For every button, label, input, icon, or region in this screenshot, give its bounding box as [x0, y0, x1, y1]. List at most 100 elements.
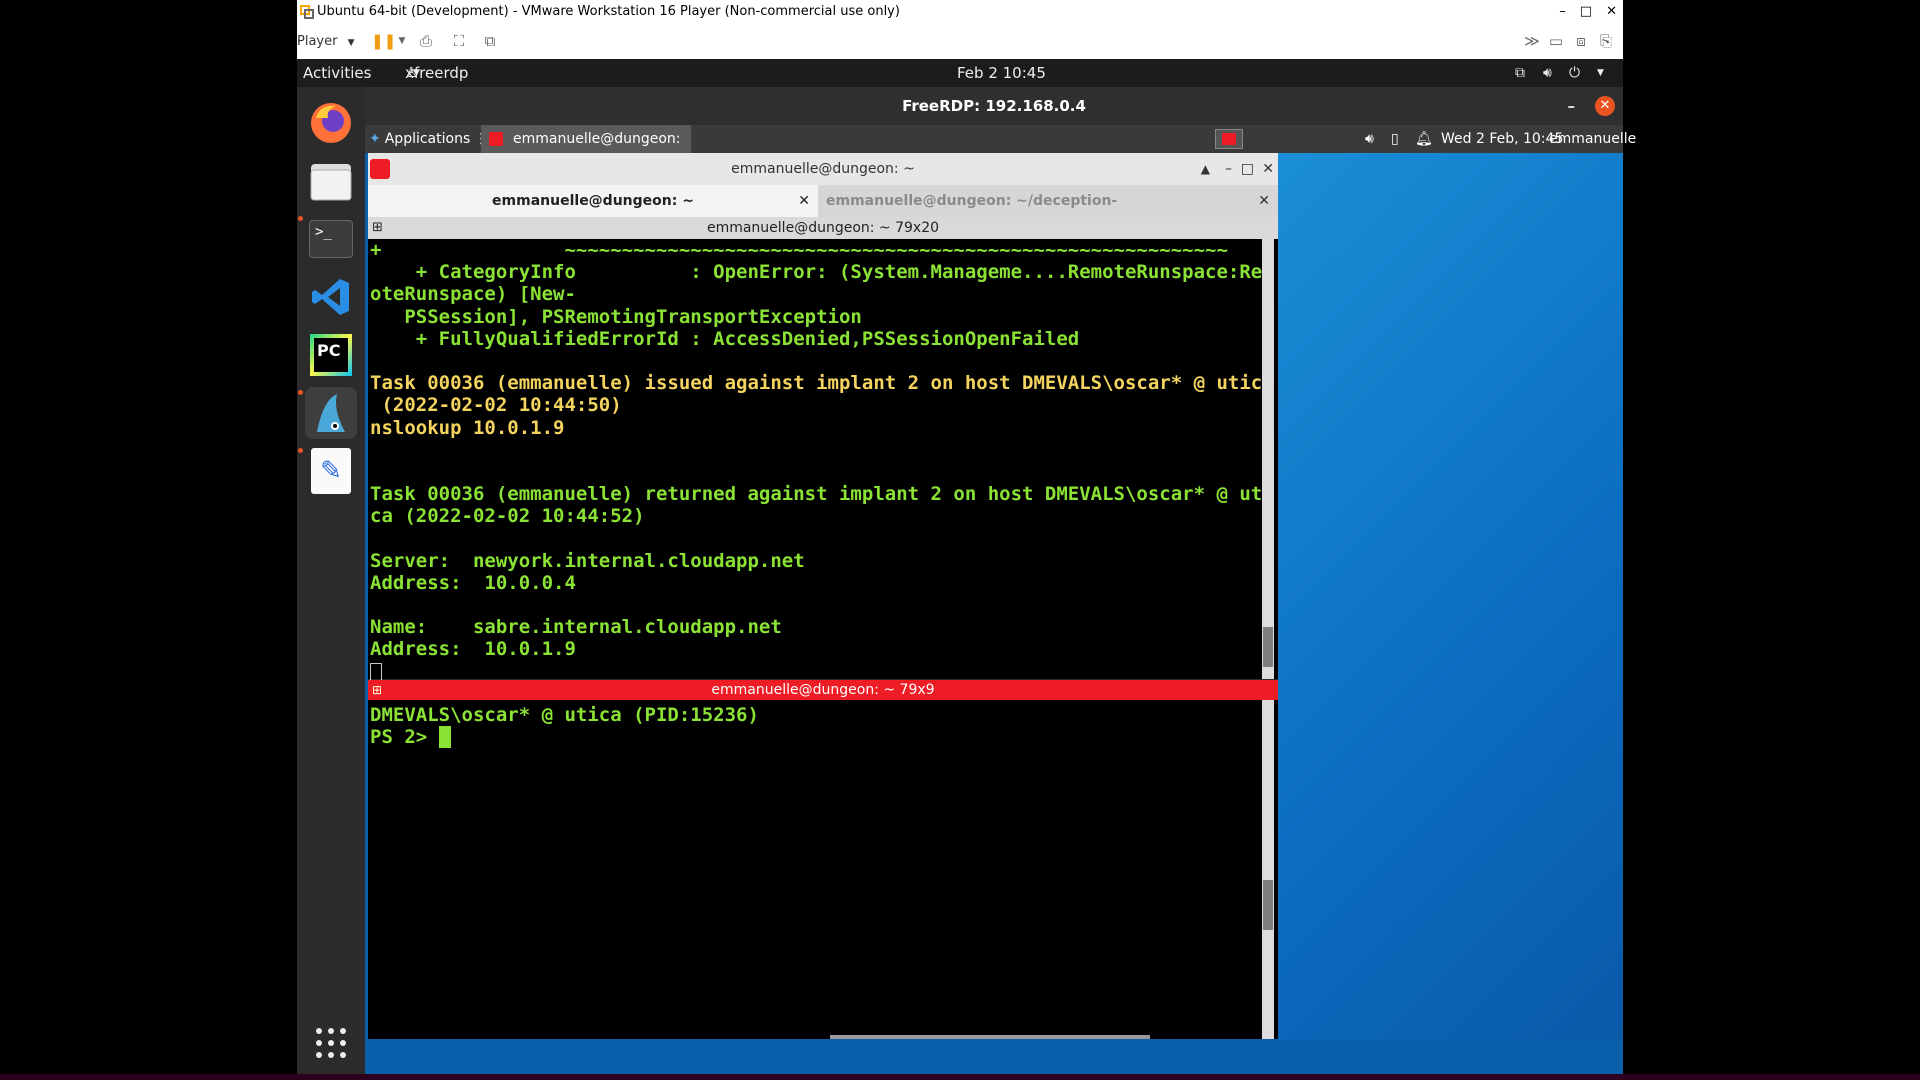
- player-menu[interactable]: Player ▼: [297, 24, 355, 59]
- terminal-line: Name: sabre.internal.cloudapp.net: [370, 616, 782, 639]
- terminal-line: Address: 10.0.1.9: [370, 638, 576, 661]
- pane2-header: ⊞ emmanuelle@dungeon: ~ 79x9: [368, 680, 1278, 700]
- vmware-minimize-button[interactable]: –: [1559, 0, 1566, 24]
- terminal-line: + FullyQualifiedErrorId : AccessDenied,P…: [370, 327, 1080, 350]
- hard-disk-icon[interactable]: ▭: [1547, 33, 1565, 49]
- unity-icon[interactable]: ⧉: [481, 33, 499, 49]
- terminal-close-button[interactable]: ✕: [1262, 153, 1274, 185]
- pencil-glyph: ✎: [311, 448, 351, 494]
- applications-label: Applications: [384, 131, 471, 147]
- terminal-line: PSSession], PSRemotingTransportException: [370, 305, 862, 328]
- chevron-down-icon: ▼: [347, 38, 355, 48]
- remote-desktop: ✦Applications⋮ emmanuelle@dungeon: ~ 🔊︎ …: [365, 125, 1636, 1080]
- terminal-glyph: >_: [309, 220, 353, 258]
- notification-bell-icon[interactable]: 🔔︎: [1415, 125, 1433, 153]
- vmware-maximize-button[interactable]: □: [1580, 0, 1592, 24]
- terminal-line: nslookup 10.0.1.9: [370, 416, 565, 439]
- ubuntu-clock[interactable]: Feb 2 10:45: [957, 59, 1046, 87]
- pane1-scrollbar-thumb[interactable]: [1263, 627, 1273, 667]
- pane1-output: + ~~~~~~~~~~~~~~~~~~~~~~~~~~~~~~~~~~~~~~…: [370, 239, 1274, 661]
- running-indicator: [298, 390, 303, 395]
- xfce-mouse-icon: ✦: [369, 131, 381, 147]
- fullscreen-icon[interactable]: ⛶: [450, 33, 468, 49]
- terminal-pane-bottom[interactable]: DMEVALS\oscar* @ utica (PID:15236) PS 2>: [368, 700, 1278, 1039]
- firefox-icon[interactable]: [305, 97, 357, 149]
- chevron-down-icon[interactable]: ▼: [393, 33, 411, 49]
- volume-icon[interactable]: 🔊︎: [1365, 125, 1374, 153]
- network-adapter-icon[interactable]: ⧈: [1572, 33, 1590, 49]
- terminal-line: + ~~~~~~~~~~~~~~~~~~~~~~~~~~~~~~~~~~~~~~…: [370, 239, 1228, 261]
- terminal-line: + CategoryInfo : OpenError: (System.Mana…: [370, 261, 1274, 284]
- pane1-header-label: emmanuelle@dungeon: ~ 79x20: [706, 220, 940, 236]
- freerdp-titlebar: FreeRDP: 192.168.0.4 – ✕: [365, 87, 1623, 125]
- pane1-scrollbar[interactable]: [1262, 239, 1274, 679]
- session-info-line: DMEVALS\oscar* @ utica (PID:15236): [370, 704, 759, 726]
- shark-fin-glyph: [317, 394, 345, 432]
- terminal-app-icon: [489, 132, 503, 146]
- battery-icon[interactable]: ▯: [1391, 125, 1399, 153]
- xfce-panel: ✦Applications⋮ emmanuelle@dungeon: ~ 🔊︎ …: [365, 125, 1636, 181]
- player-menu-label: Player: [297, 34, 338, 49]
- vmware-close-button[interactable]: ✕: [1606, 0, 1617, 24]
- terminal-tab-bar: emmanuelle@dungeon: ~ ✕ emmanuelle@dunge…: [368, 185, 1278, 217]
- tab-deception-trials[interactable]: emmanuelle@dungeon: ~/deception-trials/a…: [818, 185, 1278, 217]
- vscode-icon[interactable]: [305, 271, 357, 323]
- pane2-scrollbar-thumb[interactable]: [1263, 880, 1273, 930]
- power-icon[interactable]: ⏻: [1569, 59, 1580, 87]
- applications-menu[interactable]: ✦Applications⋮: [369, 125, 488, 153]
- pause-icon[interactable]: ❚❚: [371, 33, 396, 49]
- pane2-scrollbar[interactable]: [1262, 700, 1274, 1039]
- running-indicator: [298, 216, 303, 221]
- freerdp-title: FreeRDP: 192.168.0.4: [902, 97, 1086, 115]
- files-icon[interactable]: [305, 155, 357, 207]
- pycharm-icon[interactable]: PC: [305, 329, 357, 381]
- xfce-clock[interactable]: Wed 2 Feb, 10:45: [1441, 125, 1563, 153]
- terminal-minimize-button[interactable]: –: [1225, 153, 1232, 185]
- vmware-logo-icon: [300, 5, 314, 19]
- devices-more-icon[interactable]: ≫: [1523, 33, 1541, 49]
- vmware-titlebar: Ubuntu 64-bit (Development) - VMware Wor…: [297, 0, 1623, 24]
- pane2-header-label: emmanuelle@dungeon: ~ 79x9: [711, 682, 935, 698]
- ubuntu-top-bar: Activities ♙ xfreerdp ▼ Feb 2 10:45 ⧉ 🔊︎ ⏻…: [297, 59, 1623, 87]
- show-applications-icon[interactable]: [305, 1017, 357, 1069]
- terminal-app-icon: [1222, 133, 1236, 145]
- tab-home-label: emmanuelle@dungeon: ~: [492, 193, 694, 209]
- pane-grid-icon[interactable]: ⊞: [372, 217, 383, 239]
- close-icon[interactable]: ✕: [798, 185, 810, 217]
- terminal-pane-top[interactable]: + ~~~~~~~~~~~~~~~~~~~~~~~~~~~~~~~~~~~~~~…: [368, 239, 1278, 687]
- wireshark-icon[interactable]: [305, 387, 357, 439]
- vmware-toolbar: Player ▼ ❚❚ ▼ ⎙ ⛶ ⧉ ≫ ▭ ⧈ ⎘: [297, 24, 1623, 60]
- close-icon[interactable]: ✕: [1258, 185, 1270, 217]
- terminal-maximize-button[interactable]: □: [1241, 153, 1254, 185]
- volume-icon[interactable]: 🔊︎: [1543, 59, 1552, 87]
- firefox-glyph: [311, 103, 351, 143]
- desktop-wallpaper: [1275, 153, 1623, 1040]
- freerdp-window: FreeRDP: 192.168.0.4 – ✕ ✦Applications⋮ …: [365, 87, 1636, 1080]
- chevron-down-icon[interactable]: ▼: [1597, 59, 1604, 87]
- freerdp-minimize-button[interactable]: –: [1568, 87, 1576, 125]
- freerdp-close-button[interactable]: ✕: [1595, 96, 1615, 116]
- send-ctrl-alt-del-icon[interactable]: ⎙: [417, 33, 435, 49]
- pane-grid-icon[interactable]: ⊞: [372, 680, 382, 700]
- terminal-line: oteRunspace) [New-: [370, 283, 576, 306]
- terminal-titlebar: emmanuelle@dungeon: ~ ▲ – □ ✕: [368, 153, 1278, 185]
- text-editor-icon[interactable]: ✎: [305, 445, 357, 497]
- folder-glyph: [310, 164, 352, 201]
- terminal-window: emmanuelle@dungeon: ~ ▲ – □ ✕ emmanuelle…: [368, 153, 1278, 1039]
- pane1-header: ⊞ emmanuelle@dungeon: ~ 79x20: [368, 217, 1278, 239]
- usb-device-icon[interactable]: ⎘: [1597, 33, 1615, 49]
- workspace-switcher[interactable]: [1215, 129, 1243, 149]
- terminal-icon[interactable]: >_: [305, 213, 357, 265]
- terminal-line: (2022-02-02 10:44:50): [370, 394, 622, 417]
- tab-deception-trials-label: emmanuelle@dungeon: ~/deception-trials/a…: [826, 193, 1118, 209]
- horizontal-scrollbar[interactable]: [830, 1035, 1150, 1039]
- shade-button[interactable]: ▲: [1201, 153, 1210, 185]
- network-icon[interactable]: ⧉: [1515, 59, 1525, 87]
- activities-button[interactable]: Activities: [303, 59, 371, 87]
- tab-home[interactable]: emmanuelle@dungeon: ~ ✕: [368, 185, 818, 217]
- xfce-user[interactable]: emmanuelle: [1549, 125, 1636, 153]
